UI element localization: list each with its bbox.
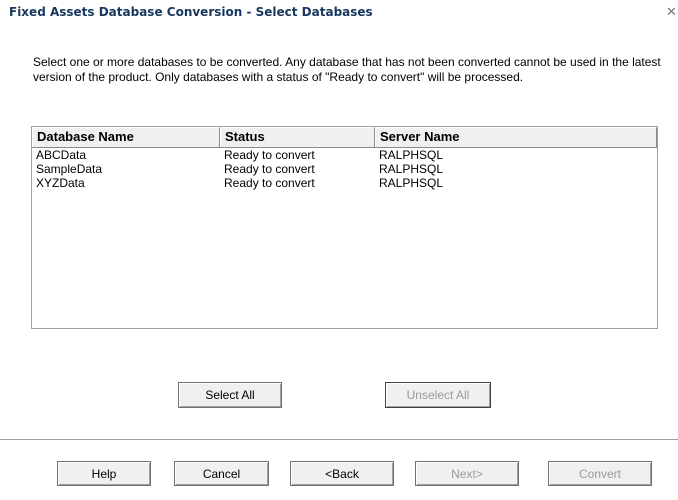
help-button[interactable]: Help	[57, 461, 151, 486]
table-row[interactable]: XYZData Ready to convert RALPHSQL	[32, 176, 657, 190]
column-header-server-name[interactable]: Server Name	[375, 127, 657, 147]
next-button[interactable]: Next>	[415, 461, 519, 486]
table-row[interactable]: ABCData Ready to convert RALPHSQL	[32, 148, 657, 162]
unselect-all-button[interactable]: Unselect All	[385, 382, 491, 408]
database-list[interactable]: Database Name Status Server Name ABCData…	[31, 126, 658, 329]
select-all-button[interactable]: Select All	[178, 382, 282, 408]
footer-separator	[0, 439, 678, 441]
column-header-database-name[interactable]: Database Name	[32, 127, 220, 147]
cell-server-name: RALPHSQL	[379, 148, 444, 162]
title-bar: Fixed Assets Database Conversion - Selec…	[0, 0, 678, 22]
instructions-text: Select one or more databases to be conve…	[33, 55, 661, 84]
cell-database-name: SampleData	[36, 162, 103, 176]
window-title: Fixed Assets Database Conversion - Selec…	[9, 5, 373, 19]
convert-button[interactable]: Convert	[548, 461, 652, 486]
cell-server-name: RALPHSQL	[379, 162, 444, 176]
cell-status: Ready to convert	[224, 162, 315, 176]
cell-status: Ready to convert	[224, 176, 315, 190]
back-button[interactable]: <Back	[290, 461, 394, 486]
column-header-status[interactable]: Status	[220, 127, 375, 147]
table-row[interactable]: SampleData Ready to convert RALPHSQL	[32, 162, 657, 176]
cell-database-name: XYZData	[36, 176, 85, 190]
cell-status: Ready to convert	[224, 148, 315, 162]
close-icon[interactable]: ✕	[666, 5, 678, 18]
cell-database-name: ABCData	[36, 148, 87, 162]
cancel-button[interactable]: Cancel	[174, 461, 269, 486]
cell-server-name: RALPHSQL	[379, 176, 444, 190]
list-header: Database Name Status Server Name	[32, 127, 657, 148]
